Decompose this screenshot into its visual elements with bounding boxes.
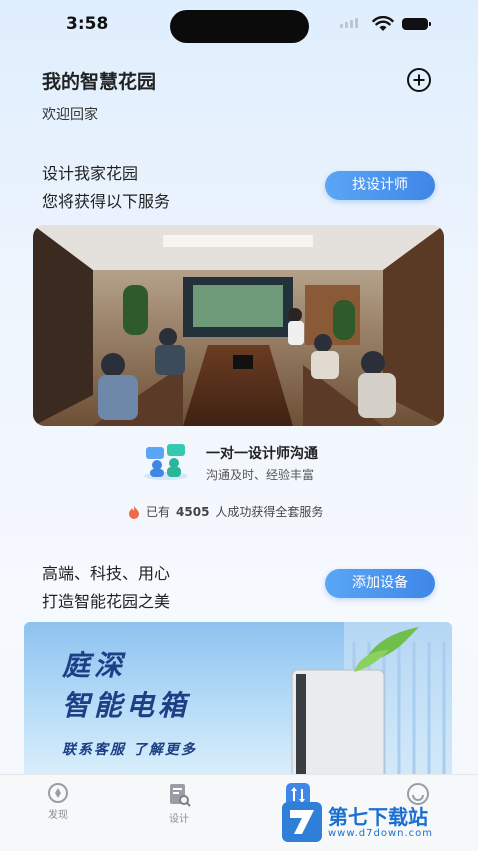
find-designer-button[interactable]: 找设计师 — [325, 171, 435, 200]
tab-design[interactable]: 设计 — [149, 782, 209, 825]
design-line2: 您将获得以下服务 — [42, 192, 171, 211]
dynamic-island — [170, 10, 309, 43]
device-line2: 打造智能花园之美 — [42, 592, 171, 611]
banner-brand: 庭深 — [62, 649, 127, 682]
device-intro: 高端、科技、用心 打造智能花园之美 — [42, 562, 170, 614]
battery-icon — [402, 18, 431, 30]
banner-product: 智能电箱 — [62, 689, 191, 722]
compass-icon — [48, 783, 68, 803]
document-search-icon — [170, 784, 191, 807]
flame-icon — [129, 504, 139, 519]
watermark-text: 第七下载站 — [328, 804, 428, 829]
status-time: 3:58 — [66, 14, 109, 34]
success-stat: 已有 4505 人成功获得全套服务 — [128, 503, 323, 520]
tab-discover-label: 发现 — [48, 810, 68, 821]
watermark-logo — [282, 802, 322, 842]
service-subtitle: 沟通及时、经验丰富 — [206, 468, 315, 482]
meeting-room-image — [33, 225, 444, 426]
design-line1: 设计我家花园 — [42, 164, 139, 183]
service-title: 一对一设计师沟通 — [206, 446, 318, 462]
team-chat-icon — [144, 444, 188, 480]
stat-suffix: 人成功获得全套服务 — [215, 505, 324, 519]
tab-discover[interactable]: 发现 — [28, 782, 88, 821]
wifi-icon — [372, 16, 394, 31]
banner-cta[interactable]: 联系客服 了解更多 — [62, 739, 197, 759]
stat-prefix: 已有 — [146, 505, 171, 519]
stat-count: 4505 — [176, 504, 210, 519]
watermark-url: www.d7down.com — [328, 827, 434, 839]
device-line1: 高端、科技、用心 — [42, 564, 171, 583]
design-intro: 设计我家花园 您将获得以下服务 — [42, 162, 170, 214]
welcome-text: 欢迎回家 — [42, 107, 98, 123]
site-watermark: 第七下载站 www.d7down.com — [282, 800, 472, 844]
add-device-button[interactable]: 添加设备 — [325, 569, 435, 598]
page-title: 我的智慧花园 — [42, 71, 157, 93]
tab-design-label: 设计 — [169, 814, 189, 825]
cellular-signal-icon — [340, 18, 358, 28]
add-circle-icon[interactable] — [406, 67, 432, 93]
